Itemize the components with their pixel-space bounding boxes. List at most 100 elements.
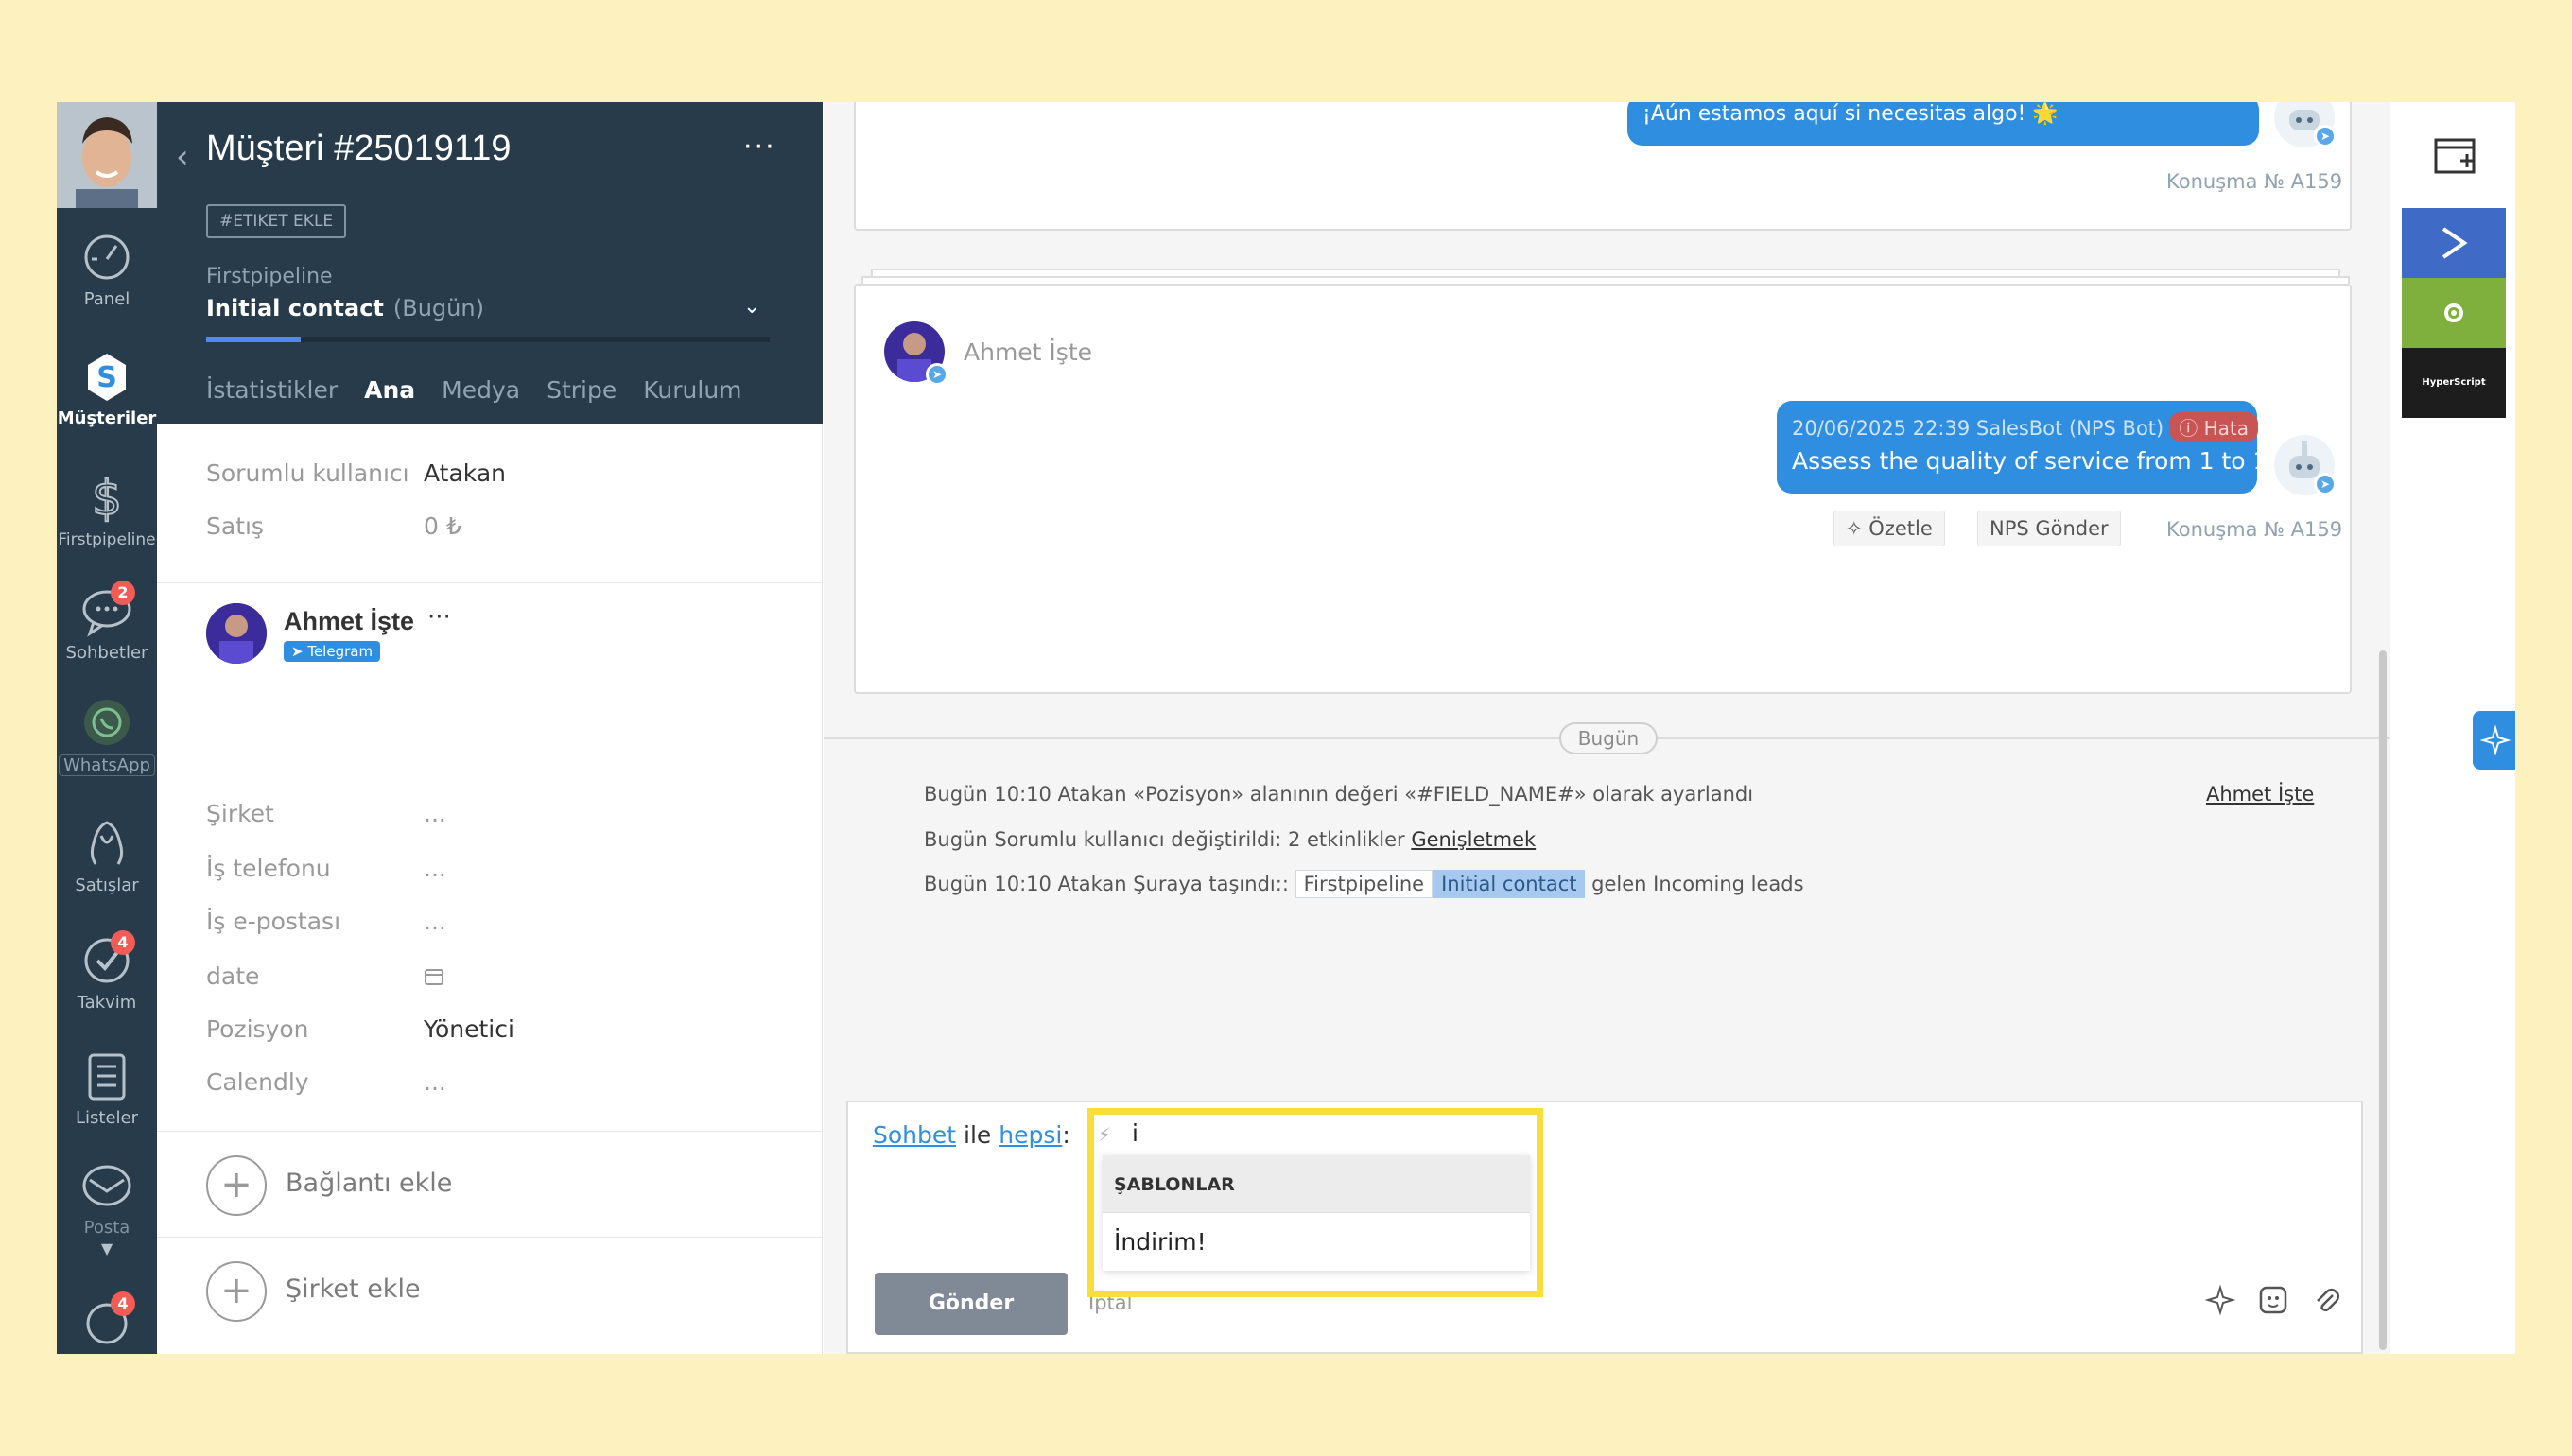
all-link[interactable]: hepsi (999, 1121, 1062, 1149)
bot-avatar: ➤ (2274, 102, 2337, 147)
nav-whatsapp[interactable]: WhatsApp (57, 696, 157, 776)
field-value[interactable]: Yönetici (424, 1015, 514, 1043)
nav-label: WhatsApp (59, 754, 155, 776)
field-row: date (206, 962, 443, 990)
list-icon (80, 1049, 133, 1102)
message-bubble: ¡Aún estamos aquí si necesitas algo! 🌟 (1627, 102, 2259, 146)
customer-card: ‹ Müşteri #25019119 ··· #ETIKET EKLE Fir… (157, 102, 823, 1354)
add-tag-button[interactable]: #ETIKET EKLE (206, 204, 347, 238)
field-label: İş telefonu (206, 855, 331, 882)
field-label: Pozisyon (206, 1015, 309, 1043)
bubble-meta: 20/06/2025 22:39 SalesBot (NPS Bot) ⓘ Hat… (1792, 412, 2258, 442)
nav-label: Panel (83, 289, 130, 309)
hyperscript-button[interactable]: HyperScript (2402, 348, 2506, 418)
tab-istatistikler[interactable]: İstatistikler (206, 376, 338, 404)
field-row: Sorumlu kullanıcı Atakan (206, 459, 506, 487)
pipeline-progress (206, 337, 770, 342)
field-label: Sorumlu kullanıcı (206, 459, 409, 487)
mail-icon (80, 1159, 133, 1212)
field-label: Calendly (206, 1068, 309, 1096)
chevron-down-icon[interactable]: ▼ (57, 1239, 157, 1257)
contact-more-icon[interactable]: ··· (427, 603, 451, 632)
sparkle-icon (2479, 724, 2511, 756)
field-value[interactable]: ... (424, 855, 446, 882)
tab-medya[interactable]: Medya (442, 376, 520, 404)
activity-log-item: Bugün 10:10 Atakan «Pozisyon» alanının d… (924, 783, 1753, 806)
field-label: İş e-postası (206, 908, 341, 935)
message-card: ➤ Ahmet İşte 20/06/2025 22:39 SalesBot (… (854, 284, 2352, 694)
pipeline-status[interactable]: Initial contact (Bugün) (206, 295, 484, 321)
dashboard-icon (80, 231, 133, 284)
nav-satislar[interactable]: Satışlar (57, 817, 157, 895)
sticker-icon[interactable] (2257, 1284, 2289, 1320)
stage-pipeline: Firstpipeline (1295, 870, 1434, 898)
summarize-label: Özetle (1868, 517, 1933, 540)
hyperscript-label: HyperScript (2422, 377, 2486, 388)
field-value[interactable]: 0 ₺ (424, 512, 461, 540)
nav-label: Sohbetler (65, 643, 148, 663)
send-integration-button[interactable] (2402, 208, 2506, 278)
log-text: Bugün 10:10 Atakan «Pozisyon» alanının d… (924, 783, 1754, 806)
contact-avatar[interactable] (206, 603, 267, 664)
bot-avatar: ➤ (2274, 435, 2337, 495)
ai-assistant-button[interactable] (2473, 711, 2515, 770)
dropdown-option[interactable]: İndirim! (1103, 1212, 1530, 1271)
nav-panel[interactable]: Panel (57, 231, 157, 309)
field-value[interactable]: Atakan (424, 459, 506, 487)
nav-listeler[interactable]: Listeler (57, 1049, 157, 1128)
field-label: Satış (206, 512, 264, 540)
add-connection-label: Bağlantı ekle (286, 1169, 453, 1198)
expand-link[interactable]: Genişletmek (1411, 828, 1536, 851)
tab-ana[interactable]: Ana (364, 376, 415, 404)
telegram-badge: ➤ Telegram (284, 641, 381, 662)
error-badge[interactable]: ⓘ Hata (2169, 412, 2258, 442)
field-row: İş e-postası ... (206, 908, 446, 935)
sparkle-icon: ✧ (1846, 517, 1863, 540)
nav-musteriler[interactable]: S Müşteriler (57, 350, 157, 428)
nav-sohbetler[interactable]: 2 Sohbetler (57, 581, 157, 663)
chevron-down-icon[interactable]: ⌄ (743, 295, 760, 319)
ai-sparkle-icon[interactable] (2204, 1284, 2236, 1320)
user-avatar[interactable] (57, 102, 157, 208)
green-integration-button[interactable] (2402, 278, 2506, 348)
message-composer: Sohbet ile hepsi: ⚡ i Gönder İptal (846, 1101, 2363, 1354)
activity-log-item: Bugün Sorumlu kullanıcı değiştirildi: 2 … (924, 828, 1536, 851)
back-arrow-icon[interactable]: ‹ (176, 138, 189, 176)
new-window-icon[interactable] (2402, 121, 2506, 191)
feed-area: ¡Aún estamos aquí si necesitas algo! 🌟 ➤… (824, 102, 2390, 1354)
nav-firstpipeline[interactable]: $ Firstpipeline (57, 470, 157, 549)
nps-send-button[interactable]: NPS Gönder (1977, 511, 2121, 546)
tab-stripe[interactable]: Stripe (547, 376, 617, 404)
calendar-icon[interactable] (424, 962, 444, 990)
telegram-label: Telegram (307, 643, 374, 660)
template-dropdown: ŞABLONLAR İndirim! (1103, 1155, 1530, 1271)
log-user-link[interactable]: Ahmet İşte (2206, 783, 2314, 806)
field-value[interactable]: ... (424, 908, 446, 935)
activity-log-item: Bugün 10:10 Atakan Şuraya taşındı:: Firs… (924, 870, 1804, 898)
support-icon: 4 (80, 1291, 135, 1348)
more-menu-icon[interactable]: ··· (743, 130, 776, 164)
attachment-icon[interactable] (2310, 1284, 2342, 1320)
nav-label: Satışlar (75, 875, 139, 895)
chat-link[interactable]: Sohbet (873, 1121, 956, 1149)
field-row: Pozisyon Yönetici (206, 1015, 514, 1043)
nav-label: Posta (83, 1218, 130, 1238)
scrollbar[interactable] (2379, 650, 2387, 1350)
nav-support[interactable]: 4 (57, 1291, 157, 1354)
nav-posta[interactable]: Posta ▼ (57, 1159, 157, 1257)
sender-name[interactable]: Ahmet İşte (964, 338, 1092, 366)
contact-name[interactable]: Ahmet İşte (284, 607, 414, 636)
log-text: Bugün Sorumlu kullanıcı değiştirildi: 2 … (924, 828, 1405, 851)
telegram-icon: ➤ (2314, 473, 2337, 495)
conversation-number[interactable]: Konuşma № A159 (2166, 170, 2342, 193)
nav-label: Müşteriler (57, 408, 157, 428)
tab-kurulum[interactable]: Kurulum (643, 376, 741, 404)
field-value[interactable]: ... (424, 1068, 446, 1096)
nav-takvim[interactable]: 4 Takvim (57, 930, 157, 1013)
send-button[interactable]: Gönder (875, 1273, 1068, 1335)
summarize-button[interactable]: ✧ Özetle (1833, 511, 1945, 546)
bubble-meta-text: 20/06/2025 22:39 SalesBot (NPS Bot) (1792, 417, 2164, 440)
conversation-number[interactable]: Konuşma № A159 (2166, 518, 2342, 541)
field-value[interactable]: ... (424, 800, 446, 827)
telegram-icon: ➤ (926, 363, 948, 386)
